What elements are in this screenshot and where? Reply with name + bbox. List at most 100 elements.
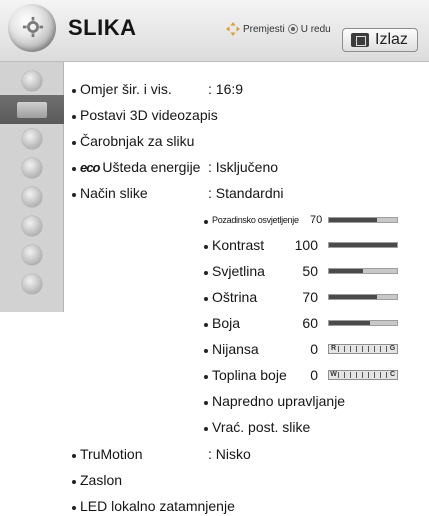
help-icon: [22, 273, 42, 294]
clock-icon: [22, 157, 42, 178]
audio-icon: [22, 128, 42, 149]
setting-value: 50: [302, 263, 318, 279]
setting-color[interactable]: Boja 60: [204, 311, 414, 335]
nav-hint-move: Premjesti: [243, 23, 285, 35]
lock-icon: [22, 186, 42, 207]
setting-3d-video[interactable]: Postavi 3D videozapis: [72, 103, 412, 127]
level-bar: [328, 217, 398, 223]
level-bar: [328, 320, 398, 326]
setting-advanced-control[interactable]: Napredno upravljanje: [204, 389, 414, 413]
scale-right-end: G: [389, 345, 396, 352]
setting-label: Svjetlina: [212, 263, 265, 279]
setting-value: 70: [302, 289, 318, 305]
setting-value: : Nisko: [208, 446, 251, 462]
setting-backlight[interactable]: Pozadinsko osvjetljenje 70: [204, 208, 414, 232]
setting-label: Napredno upravljanje: [212, 393, 346, 409]
bullet: [204, 296, 208, 301]
bullet: [204, 426, 208, 431]
setting-label: Oštrina: [212, 289, 258, 305]
bullet: [204, 348, 208, 353]
eco-icon: eco: [80, 159, 100, 175]
bullet: [72, 505, 76, 510]
calendar-icon: [22, 215, 42, 236]
scale-left-end: R: [330, 345, 337, 352]
setting-label: Boja: [212, 315, 241, 331]
bullet: [204, 400, 208, 405]
setting-label: Način slike: [80, 185, 148, 201]
network-icon: [22, 244, 42, 265]
sidebar-item-picture[interactable]: [0, 95, 64, 124]
setting-picture-wizard[interactable]: Čarobnjak za sliku: [72, 129, 412, 153]
balance-scale: W C: [328, 370, 398, 380]
bullet: [204, 322, 208, 327]
scale-ticks: [338, 372, 388, 378]
bullet: [204, 219, 208, 224]
sidebar-item-support[interactable]: [0, 269, 64, 298]
setting-aspect-ratio[interactable]: Omjer šir. i vis. : 16:9: [72, 77, 412, 101]
setting-value: 100: [294, 237, 318, 253]
category-sidebar: [0, 62, 64, 312]
setting-trumotion[interactable]: TruMotion : Nisko: [72, 442, 412, 466]
sidebar-item-time[interactable]: [0, 153, 64, 182]
setting-brightness[interactable]: Svjetlina 50: [204, 259, 414, 283]
bullet: [72, 166, 76, 171]
level-fill: [329, 243, 397, 247]
level-fill: [329, 295, 377, 299]
setting-label: Postavi 3D videozapis: [80, 107, 218, 123]
bullet: [204, 270, 208, 275]
level-fill: [329, 321, 370, 325]
setting-label: TruMotion: [80, 446, 143, 462]
bullet: [204, 374, 208, 379]
setting-label: Nijansa: [212, 341, 259, 357]
balance-scale: R G: [328, 344, 398, 354]
setting-value: : Standardni: [208, 185, 284, 201]
scale-ticks: [338, 346, 388, 352]
setting-value: 0: [310, 367, 318, 383]
setting-label: Kontrast: [212, 237, 265, 253]
picture-settings-list: Omjer šir. i vis. : 16:9 Postavi 3D vide…: [64, 62, 429, 516]
sidebar-item-audio[interactable]: [0, 124, 64, 153]
settings-disc-icon: [8, 4, 56, 52]
bullet: [72, 453, 76, 458]
sidebar-item-setup[interactable]: [0, 66, 64, 95]
level-fill: [329, 218, 377, 222]
setting-contrast[interactable]: Kontrast 100: [204, 233, 414, 257]
setting-value: 60: [302, 315, 318, 331]
gear-icon: [22, 70, 42, 91]
setting-energy-saving[interactable]: eco Ušteda energije : Isključeno: [72, 155, 412, 179]
sidebar-item-option[interactable]: [0, 211, 64, 240]
bullet: [72, 479, 76, 484]
scale-left-end: W: [330, 371, 337, 378]
setting-sharpness[interactable]: Oštrina 70: [204, 285, 414, 309]
setting-tint[interactable]: Nijansa 0 R G: [204, 337, 414, 361]
setting-label: Omjer šir. i vis.: [80, 81, 172, 97]
exit-button[interactable]: Izlaz: [342, 28, 418, 52]
sidebar-item-lock[interactable]: [0, 182, 64, 211]
setting-color-temperature[interactable]: Toplina boje 0 W C: [204, 363, 414, 387]
level-fill: [329, 269, 363, 273]
setting-label: Čarobnjak za sliku: [80, 133, 195, 149]
setting-picture-mode[interactable]: Način slike : Standardni: [72, 181, 412, 205]
level-bar: [328, 268, 398, 274]
setting-picture-reset[interactable]: Vrać. post. slike: [204, 415, 414, 439]
bullet: [204, 244, 208, 249]
setting-value: : Isključeno: [208, 159, 279, 175]
bullet: [72, 88, 76, 93]
dpad-icon: [226, 22, 240, 36]
setting-label: Toplina boje: [212, 367, 287, 383]
nav-hint: Premjesti U redu: [226, 22, 331, 36]
gear-icon: [22, 16, 44, 38]
setting-label: Ušteda energije: [102, 159, 201, 175]
setting-local-dimming[interactable]: LED lokalno zatamnjenje: [72, 494, 412, 516]
bullet: [72, 192, 76, 197]
setting-value: 0: [310, 341, 318, 357]
sidebar-item-network[interactable]: [0, 240, 64, 269]
nav-hint-ok: U redu: [300, 23, 331, 35]
exit-icon: [351, 33, 369, 47]
setting-label: LED lokalno zatamnjenje: [80, 498, 235, 514]
setting-label: Zaslon: [80, 472, 123, 488]
setting-screen[interactable]: Zaslon: [72, 468, 412, 492]
ok-icon: [287, 24, 298, 34]
bullet: [72, 114, 76, 119]
scale-right-end: C: [389, 371, 396, 378]
